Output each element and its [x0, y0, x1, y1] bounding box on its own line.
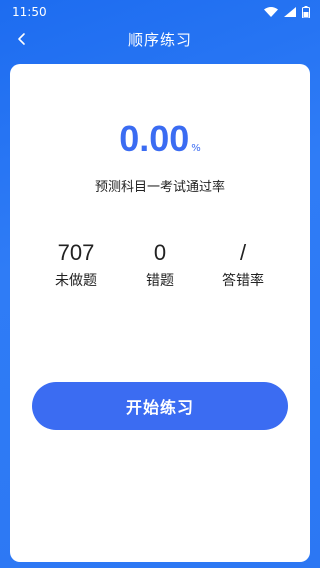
status-time: 11:50	[12, 5, 47, 19]
pass-rate-value: 0.00	[119, 118, 190, 159]
status-bar: 11:50	[0, 0, 320, 24]
stat-label: 未做题	[55, 273, 97, 289]
stat-undone: 707 未做题	[31, 240, 121, 290]
stat-label: 错题	[146, 273, 174, 289]
start-practice-button[interactable]: 开始练习	[32, 382, 288, 430]
battery-icon	[302, 6, 310, 18]
chevron-left-icon	[18, 33, 25, 45]
signal-icon	[284, 7, 296, 17]
pass-rate-label: 预测科目一考试通过率	[94, 180, 225, 195]
page-title: 顺序练习	[127, 30, 192, 49]
back-button[interactable]	[12, 28, 32, 50]
practice-card: 0.00% 预测科目一考试通过率 707 未做题 0 错题 / 答错率 开始练习	[10, 64, 310, 562]
stat-label: 答错率	[222, 273, 264, 289]
status-icons	[264, 6, 310, 18]
pass-rate: 0.00%	[10, 118, 310, 160]
pass-rate-unit: %	[191, 143, 201, 154]
stats-row: 707 未做题 0 错题 / 答错率	[10, 240, 310, 300]
stat-wrong: 0 错题	[115, 240, 205, 290]
stat-value: /	[239, 240, 247, 265]
stat-value: 0	[153, 240, 167, 265]
stat-error-rate: / 答错率	[198, 240, 288, 290]
wifi-icon	[264, 7, 278, 17]
app-bar: 顺序练习	[0, 24, 320, 54]
stat-value: 707	[57, 240, 95, 265]
